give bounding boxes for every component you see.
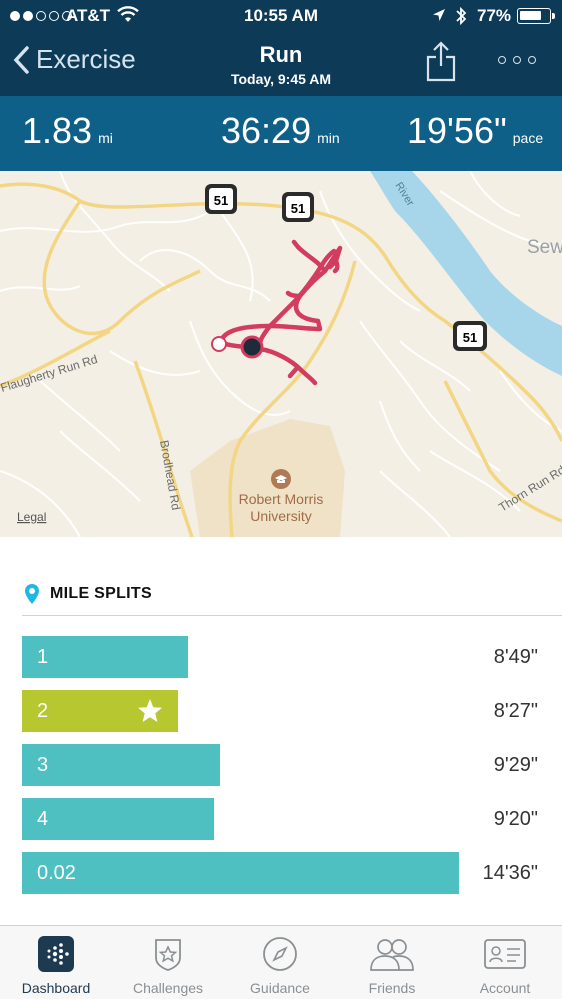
account-card-icon <box>484 939 526 969</box>
split-bar: 3 <box>22 744 220 786</box>
distance-unit: mi <box>98 130 113 146</box>
route-start-marker <box>211 336 227 352</box>
map-label-sew: Sew <box>527 237 562 258</box>
title-block: Run Today, 9:45 AM <box>0 42 562 87</box>
battery-percent: 77% <box>477 6 512 25</box>
duration-unit: min <box>317 130 340 146</box>
split-mile-label: 2 <box>37 699 49 722</box>
split-time: 9'20" <box>493 808 538 830</box>
legal-link: Legal <box>17 510 46 524</box>
duration-stat: 36:29 min <box>221 110 340 152</box>
route-51-shield: 51 <box>282 192 314 222</box>
split-row: 2 8'27" <box>22 690 542 732</box>
split-row: 4 9'20" <box>22 798 542 840</box>
pace-unit: pace <box>512 130 544 146</box>
location-arrow-icon <box>433 9 445 21</box>
tab-label: Dashboard <box>21 980 91 996</box>
tab-label: Friends <box>368 980 416 996</box>
tab-label: Account <box>479 980 531 996</box>
friends-icon <box>370 939 414 971</box>
top-header: AT&T 10:55 AM 77% Exercise Run Today, 9:… <box>0 0 562 96</box>
split-bar: 2 <box>22 690 178 732</box>
tab-challenges[interactable]: Challenges <box>112 926 224 1000</box>
tab-label: Guidance <box>250 980 310 996</box>
svg-text:51: 51 <box>214 193 228 208</box>
split-bar: 1 <box>22 636 188 678</box>
summary-stats: 1.83 mi 36:29 min 19'56" pace <box>0 96 562 171</box>
split-bar: 0.02 <box>22 852 459 894</box>
split-time: 9'29" <box>493 754 538 776</box>
split-bar: 4 <box>22 798 214 840</box>
more-options-icon[interactable] <box>498 56 536 64</box>
pace-stat: 19'56" pace <box>407 110 543 152</box>
split-mile-label: 1 <box>37 645 49 668</box>
best-split-star-icon <box>138 699 162 722</box>
battery-icon <box>517 8 551 24</box>
map-label-brodhead: Brodhead Rd <box>157 439 183 511</box>
split-mile-label: 4 <box>37 807 49 830</box>
route-map[interactable]: 51 51 51 Flaugherty Run Rd Brodhead Rd T… <box>0 171 562 537</box>
tab-label: Challenges <box>132 980 204 996</box>
svg-text:51: 51 <box>291 201 305 216</box>
dashboard-icon <box>38 936 74 972</box>
split-mile-label: 3 <box>37 753 49 776</box>
distance-value: 1.83 <box>22 110 93 151</box>
svg-text:51: 51 <box>463 330 477 345</box>
split-row: 1 8'49" <box>22 636 542 678</box>
split-row: 0.02 14'36" <box>22 852 542 894</box>
map-label-university: Robert Morris <box>239 491 324 507</box>
compass-icon <box>263 937 297 971</box>
status-bar: AT&T 10:55 AM 77% <box>0 0 562 32</box>
page-subtitle: Today, 9:45 AM <box>230 71 332 87</box>
map-label-university-2: University <box>250 508 311 524</box>
bluetooth-icon <box>456 6 467 26</box>
split-time: 14'36" <box>482 862 538 884</box>
mile-splits-header: MILE SPLITS <box>24 583 152 605</box>
route-51-shield: 51 <box>453 321 487 351</box>
distance-stat: 1.83 mi <box>22 110 113 152</box>
route-51-shield: 51 <box>205 184 237 214</box>
route-end-marker <box>240 335 264 359</box>
run-route-path <box>217 239 343 386</box>
divider <box>22 615 562 616</box>
share-icon[interactable] <box>424 40 458 82</box>
tab-dashboard[interactable]: Dashboard <box>0 926 112 1000</box>
tab-friends[interactable]: Friends <box>336 926 448 1000</box>
location-pin-icon <box>25 584 39 604</box>
duration-value: 36:29 <box>221 110 312 151</box>
split-row: 3 9'29" <box>22 744 542 786</box>
bottom-tab-bar: Dashboard Challenges Guidance Friends Ac… <box>0 925 562 999</box>
page-title: Run <box>259 42 303 67</box>
map-canvas: 51 51 51 Flaugherty Run Rd Brodhead Rd T… <box>0 171 562 537</box>
pace-value: 19'56" <box>407 110 507 151</box>
mile-splits-title: MILE SPLITS <box>50 585 152 602</box>
split-mile-label: 0.02 <box>37 861 76 884</box>
split-time: 8'27" <box>493 700 538 722</box>
split-time: 8'49" <box>493 646 538 668</box>
challenges-star-badge-icon <box>155 939 181 971</box>
tab-account[interactable]: Account <box>449 926 561 1000</box>
tab-guidance[interactable]: Guidance <box>224 926 336 1000</box>
